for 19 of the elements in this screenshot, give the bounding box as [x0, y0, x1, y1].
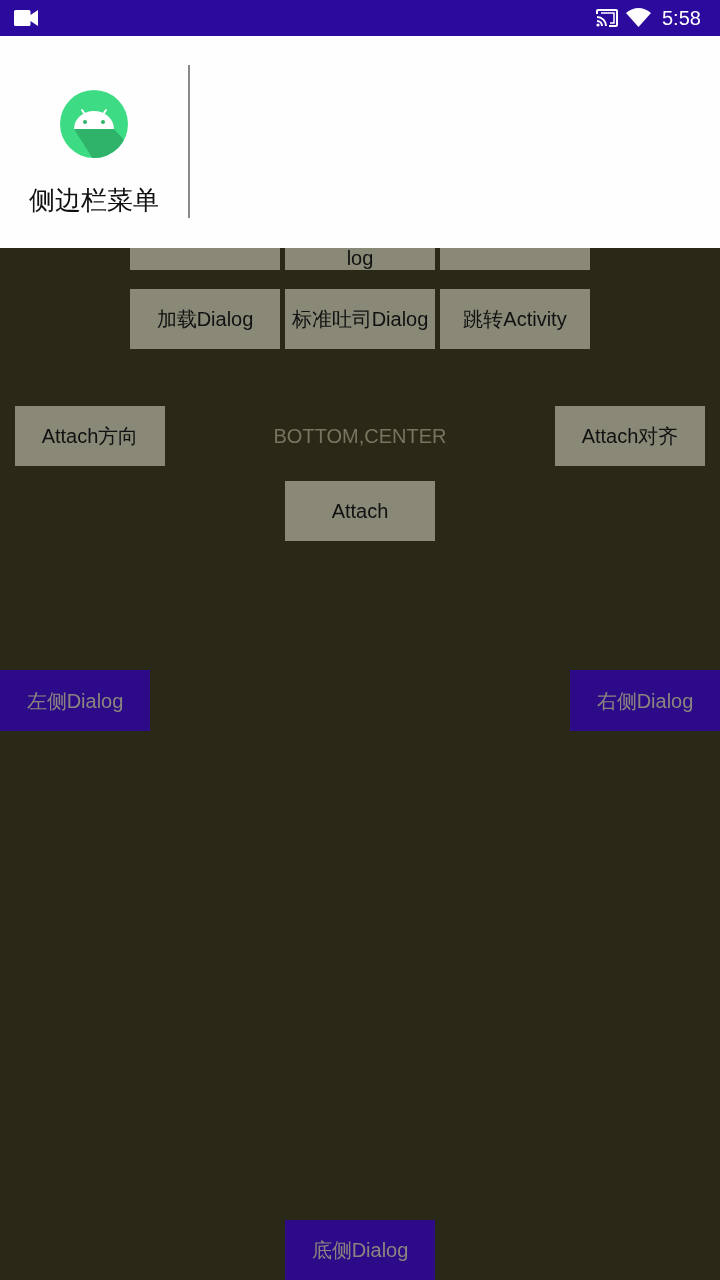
attach-align-button[interactable]: Attach对齐 — [555, 406, 705, 466]
covered-grid-button[interactable] — [440, 248, 590, 270]
clock-time: 5:58 — [662, 6, 701, 30]
drawer-title: 侧边栏菜单 — [29, 184, 159, 216]
covered-grid-button[interactable] — [130, 248, 280, 270]
attach-direction-button[interactable]: Attach方向 — [15, 406, 165, 466]
video-camera-icon — [14, 10, 38, 26]
android-logo-icon — [60, 90, 128, 158]
grid-button[interactable]: 加载Dialog — [130, 289, 280, 349]
bottom-dialog-button[interactable]: 底侧Dialog — [285, 1220, 435, 1280]
attach-button[interactable]: Attach — [285, 481, 435, 541]
wifi-icon — [626, 8, 651, 27]
right-dialog-button[interactable]: 右侧Dialog — [570, 670, 720, 731]
left-dialog-button[interactable]: 左侧Dialog — [0, 670, 150, 731]
cast-icon — [596, 9, 618, 27]
attach-value-label: BOTTOM,CENTER — [273, 424, 447, 449]
covered-grid-button[interactable]: log — [285, 248, 435, 270]
grid-button[interactable]: 跳转Activity — [440, 289, 590, 349]
grid-button[interactable]: 标准吐司Dialog — [285, 289, 435, 349]
